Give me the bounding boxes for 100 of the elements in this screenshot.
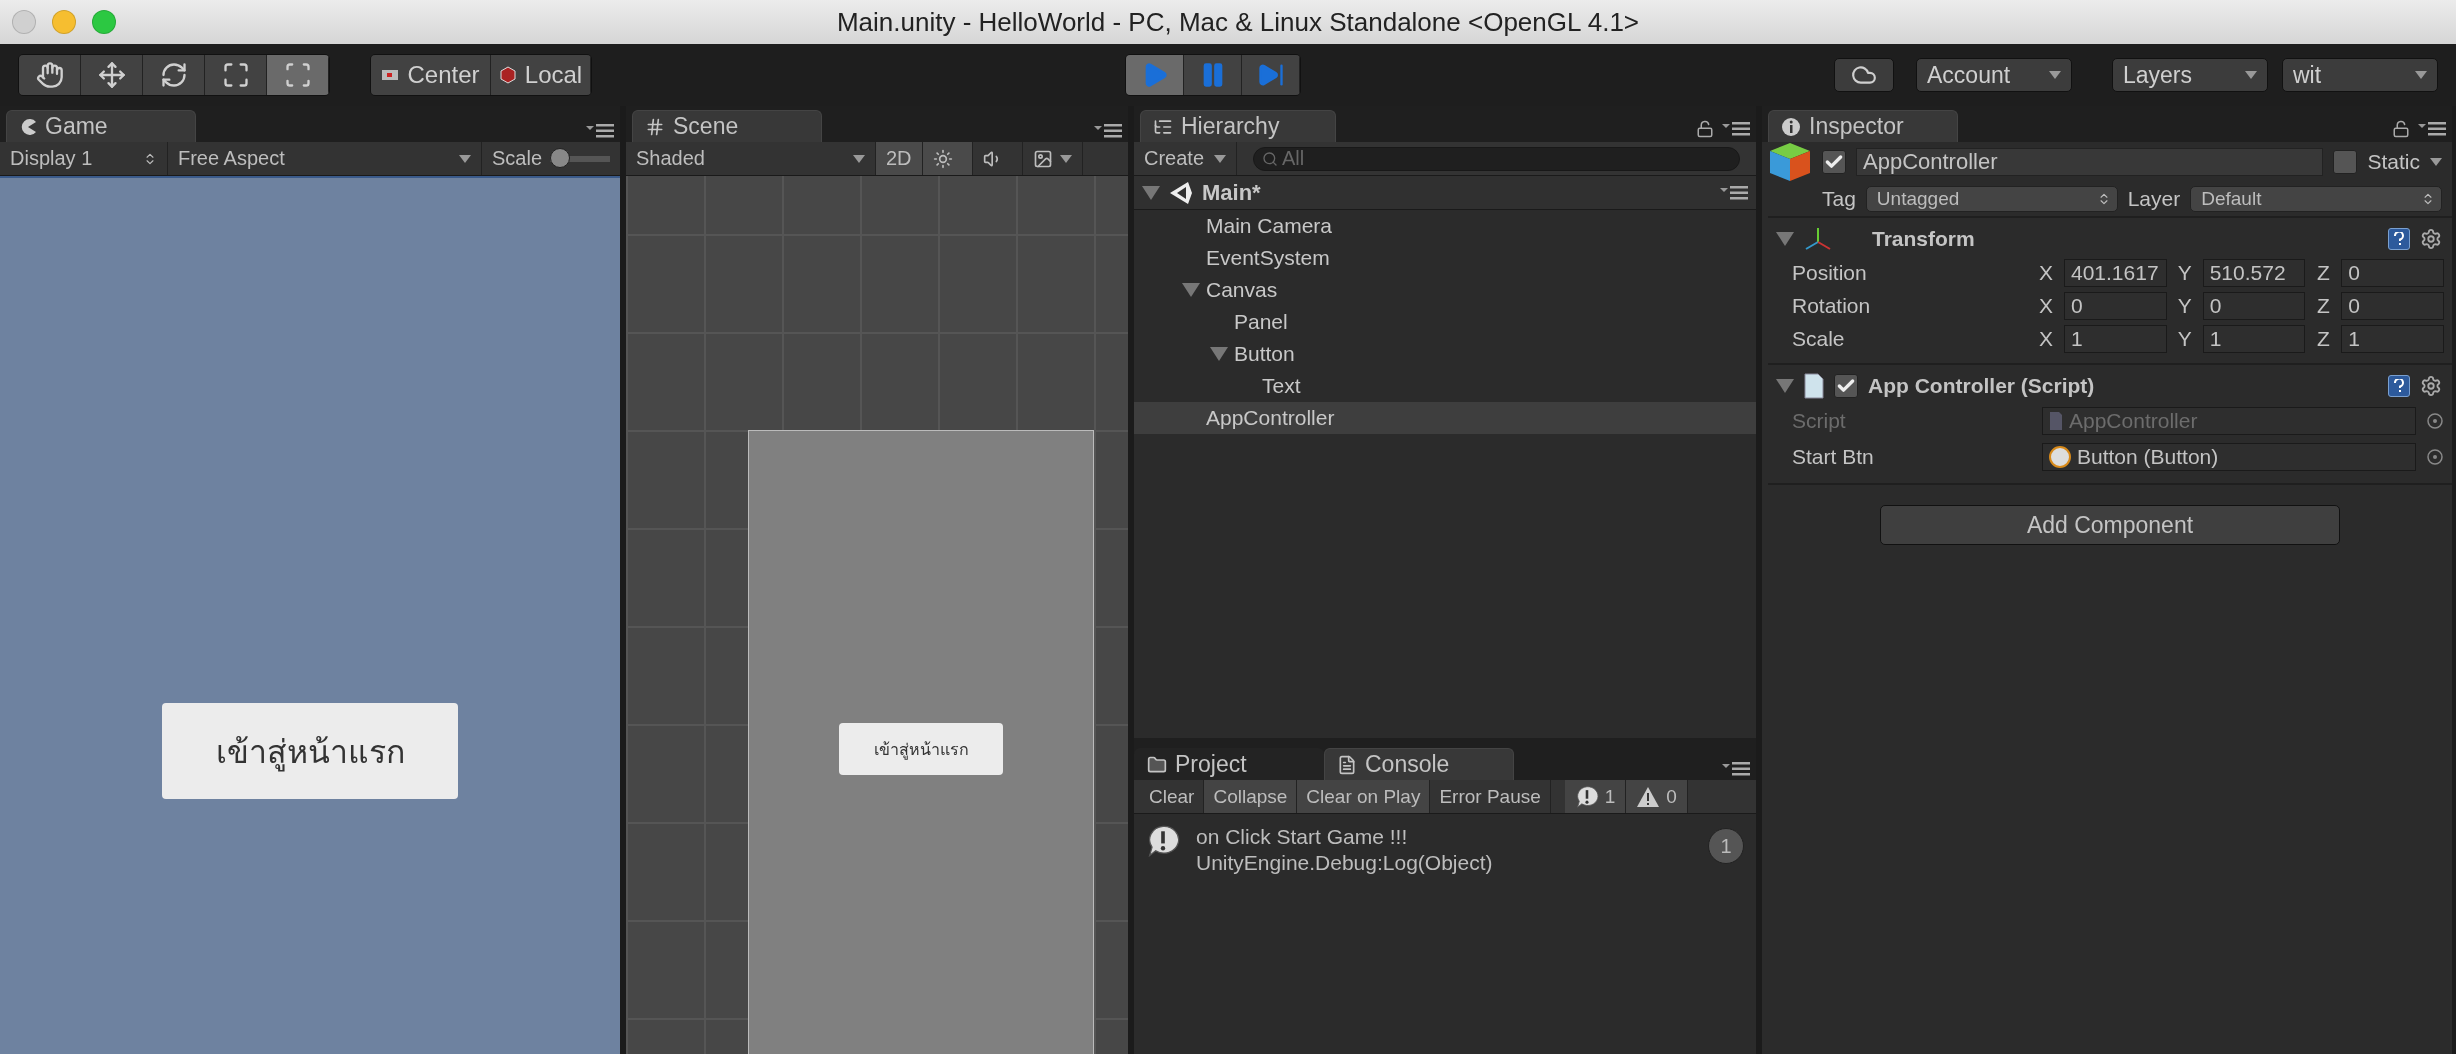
pivot-toggle-button[interactable]: Center: [371, 55, 491, 95]
2d-toggle[interactable]: 2D: [876, 142, 923, 175]
scene-tab[interactable]: Scene: [632, 110, 822, 142]
menu-icon[interactable]: [1722, 122, 1750, 136]
axis-label: Y: [2176, 293, 2193, 318]
start-button[interactable]: เข้าสู่หน้าแรก: [162, 703, 458, 799]
object-picker-icon[interactable]: [2426, 448, 2444, 466]
layer-dropdown[interactable]: Default: [2190, 186, 2442, 212]
console-toggle-button[interactable]: Clear on Play: [1297, 780, 1431, 813]
enabled-checkbox[interactable]: [1834, 374, 1858, 398]
hierarchy-item[interactable]: Button: [1134, 338, 1756, 370]
help-icon[interactable]: [2388, 228, 2410, 250]
menu-icon[interactable]: [586, 124, 614, 138]
console-toggle-button[interactable]: Collapse: [1204, 780, 1298, 813]
caret-icon: [2245, 71, 2257, 79]
lock-icon[interactable]: [1696, 120, 1714, 138]
number-field[interactable]: 0: [2064, 291, 2167, 320]
menu-icon[interactable]: [1722, 762, 1750, 776]
count-badge: 1: [1708, 828, 1744, 864]
hierarchy-item[interactable]: AppController: [1134, 402, 1756, 434]
layer-label: Layer: [2127, 187, 2181, 211]
project-tab[interactable]: Project: [1134, 748, 1324, 780]
lighting-toggle[interactable]: [922, 142, 973, 175]
settings-icon[interactable]: [2420, 375, 2442, 397]
move-tool-icon: [97, 61, 126, 89]
axis-label: Z: [2315, 260, 2331, 285]
info-bubble-icon: [1146, 824, 1180, 858]
menu-icon[interactable]: [1094, 124, 1122, 138]
caret-icon: [1059, 154, 1072, 163]
tool-button[interactable]: [205, 55, 267, 95]
script-file-icon: [2049, 411, 2063, 431]
pivot-toggle-button[interactable]: Local: [491, 55, 591, 95]
static-checkbox[interactable]: [2333, 150, 2358, 174]
property-label: Scale: [1792, 326, 1846, 351]
caret-icon: [1214, 154, 1227, 163]
warning-icon: [1636, 785, 1661, 808]
display-dropdown[interactable]: Display 1: [0, 142, 168, 175]
axis-label: X: [2038, 326, 2054, 351]
hand-tool-icon: [35, 61, 64, 89]
info-bubble-icon: [1574, 784, 1599, 809]
axis-label: Y: [2176, 326, 2193, 351]
scale-label: Scale: [491, 147, 542, 170]
cube-icon: [498, 66, 517, 84]
object-name-field[interactable]: AppController: [1856, 148, 2324, 176]
scale-slider-thumb[interactable]: [550, 147, 570, 168]
number-field[interactable]: 1: [2202, 324, 2306, 353]
number-field[interactable]: 401.1617: [2064, 258, 2167, 287]
create-dropdown[interactable]: Create: [1134, 142, 1238, 175]
layers-dropdown[interactable]: Layers: [2112, 58, 2268, 92]
cloud-button[interactable]: [1834, 58, 1894, 92]
settings-icon[interactable]: [2420, 228, 2442, 250]
help-icon[interactable]: [2388, 375, 2410, 397]
number-field[interactable]: 0: [2341, 291, 2444, 320]
add-component-button[interactable]: Add Component: [1880, 505, 2340, 545]
lock-icon[interactable]: [2392, 120, 2410, 138]
object-field[interactable]: Button (Button): [2042, 443, 2416, 471]
hierarchy-item[interactable]: Main Camera: [1134, 210, 1756, 242]
document-icon: [1337, 754, 1357, 775]
layout-dropdown[interactable]: wit: [2282, 58, 2438, 92]
component-title: Transform: [1871, 227, 1976, 251]
message-counter[interactable]: 1: [1564, 780, 1627, 813]
account-dropdown[interactable]: Account: [1916, 58, 2072, 92]
hierarchy-item[interactable]: Panel: [1134, 306, 1756, 338]
hierarchy-item[interactable]: Text: [1134, 370, 1756, 402]
message-counter[interactable]: 0: [1626, 780, 1688, 813]
expand-arrow-icon[interactable]: [1142, 185, 1160, 200]
console-tab[interactable]: Console: [1324, 748, 1514, 780]
caret-icon: [2049, 71, 2061, 79]
number-field[interactable]: 0: [2202, 291, 2306, 320]
image-icon: [1032, 148, 1053, 169]
button-object-icon: [2049, 446, 2071, 468]
tool-button[interactable]: [19, 55, 81, 95]
tool-button[interactable]: [143, 55, 205, 95]
menu-icon[interactable]: [2418, 122, 2446, 136]
number-field[interactable]: 0: [2341, 258, 2444, 287]
number-field[interactable]: 1: [2064, 324, 2167, 353]
hierarchy-item[interactable]: EventSystem: [1134, 242, 1756, 274]
active-checkbox[interactable]: [1822, 150, 1846, 174]
tag-dropdown[interactable]: Untagged: [1865, 186, 2118, 212]
inspector-tab[interactable]: Inspector: [1768, 110, 1958, 142]
tool-button[interactable]: [81, 55, 143, 95]
hierarchy-item[interactable]: Canvas: [1134, 274, 1756, 306]
expand-arrow-icon[interactable]: [1776, 379, 1794, 393]
caret-icon: [2415, 71, 2427, 79]
number-field[interactable]: 1: [2341, 324, 2444, 353]
rect-tool-icon: [283, 61, 312, 89]
number-field[interactable]: 510.572: [2202, 258, 2306, 287]
expand-arrow-icon[interactable]: [1776, 232, 1794, 246]
script-file-icon: [1804, 373, 1824, 399]
aspect-dropdown[interactable]: Free Aspect: [168, 142, 482, 175]
expand-arrow-icon[interactable]: [1210, 347, 1228, 361]
expand-arrow-icon[interactable]: [1182, 283, 1200, 297]
hierarchy-tab[interactable]: Hierarchy: [1140, 110, 1336, 142]
menu-icon[interactable]: [1720, 185, 1748, 200]
log-message[interactable]: on Click Start Game !!! UnityEngine.Debug:Log(Object): [1196, 824, 1692, 876]
property-label: Rotation: [1792, 293, 1872, 318]
caret-icon: [853, 154, 865, 163]
search-icon: [1262, 150, 1279, 167]
object-picker-icon[interactable]: [2426, 412, 2444, 430]
game-tab[interactable]: Game: [6, 110, 196, 142]
